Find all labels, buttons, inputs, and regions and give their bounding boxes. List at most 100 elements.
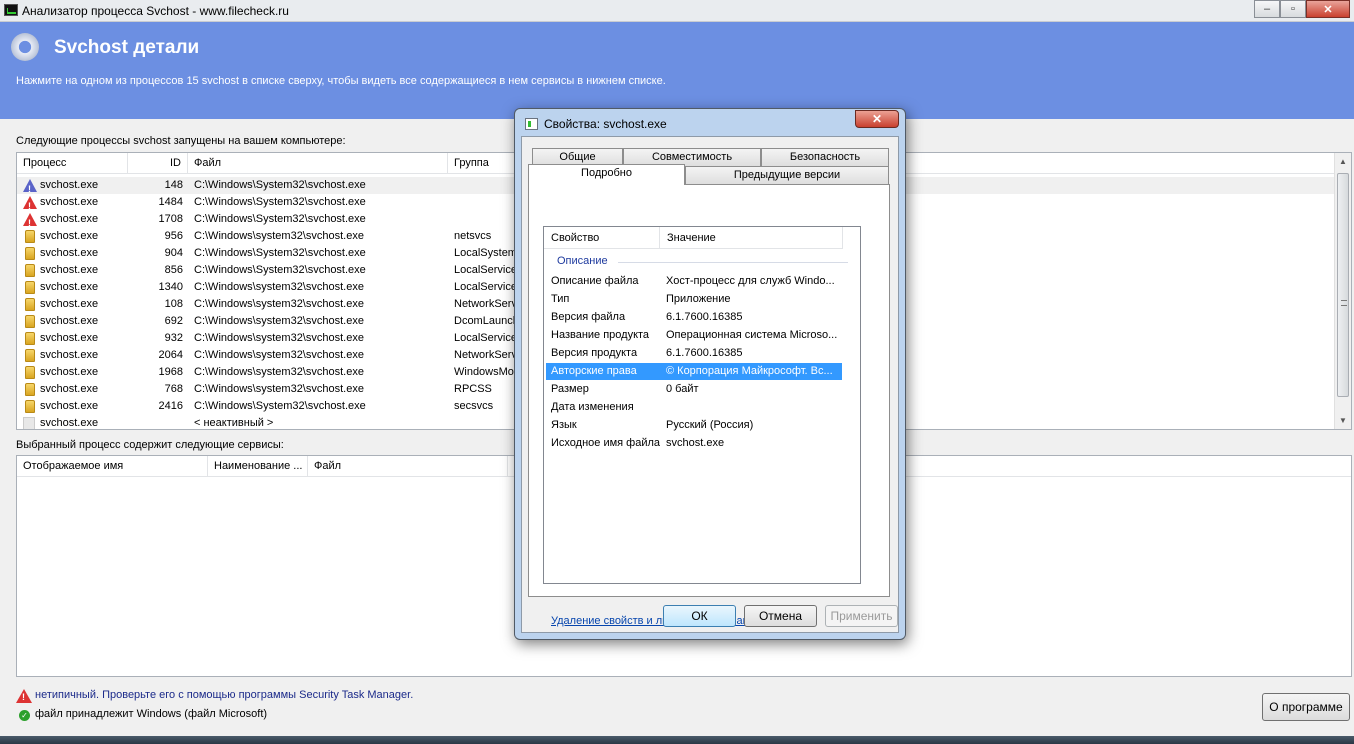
property-row[interactable]: Размер 0 байт — [546, 381, 842, 398]
property-value: Хост-процесс для служб Windo... — [666, 275, 835, 287]
property-key: Дата изменения — [551, 401, 634, 413]
process-file-cell: C:\Windows\system32\svchost.exe — [194, 383, 364, 395]
process-file-cell: C:\Windows\System32\svchost.exe — [194, 264, 366, 276]
folder-icon — [25, 298, 35, 311]
process-id-cell: 932 — [164, 332, 183, 344]
process-file-cell: C:\Windows\System32\svchost.exe — [194, 247, 366, 259]
process-file-cell: C:\Windows\system32\svchost.exe — [194, 366, 364, 378]
property-row[interactable]: Дата изменения — [546, 399, 842, 416]
blank-icon — [23, 417, 35, 429]
property-value: Приложение — [666, 293, 731, 305]
tab-security[interactable]: Безопасность — [761, 148, 889, 166]
process-group-cell: LocalSystem — [454, 247, 517, 259]
process-id-cell: 108 — [164, 298, 183, 310]
property-row[interactable]: Язык Русский (Россия) — [546, 417, 842, 434]
process-file-cell: C:\Windows\System32\svchost.exe — [194, 213, 366, 225]
process-file-cell: C:\Windows\system32\svchost.exe — [194, 230, 364, 242]
column-header-id[interactable]: ID — [128, 153, 188, 174]
process-id-cell: 768 — [164, 383, 183, 395]
process-file-cell: C:\Windows\System32\svchost.exe — [194, 400, 366, 412]
process-file-cell: C:\Windows\System32\svchost.exe — [194, 196, 366, 208]
process-file-cell: C:\Windows\system32\svchost.exe — [194, 332, 364, 344]
process-group-cell: NetworkServ — [454, 298, 517, 310]
property-row[interactable]: Название продукта Операционная система Mi… — [546, 327, 842, 344]
property-row[interactable]: Версия файла 6.1.7600.16385 — [546, 309, 842, 326]
property-key: Тип — [551, 293, 570, 305]
grip-icon — [1341, 300, 1347, 306]
property-row[interactable]: Авторские права © Корпорация Майкрософт. … — [546, 363, 842, 380]
properties-list[interactable]: Свойство Значение Описание Описание файл… — [543, 226, 861, 584]
process-id-cell: 1484 — [158, 196, 183, 208]
process-name-cell: svchost.exe — [40, 179, 99, 191]
process-name-cell: svchost.exe — [40, 417, 99, 429]
process-name-cell: svchost.exe — [40, 298, 99, 310]
property-row[interactable]: Исходное имя файла svchost.exe — [546, 435, 842, 452]
column-header-property[interactable]: Свойство — [544, 227, 660, 249]
maximize-button[interactable]: ▫ — [1280, 0, 1306, 18]
property-key: Описание файла — [551, 275, 639, 287]
file-icon — [525, 118, 538, 130]
process-group-cell: WindowsMo — [454, 366, 514, 378]
column-header-service-file[interactable]: Файл — [308, 456, 508, 477]
property-row[interactable]: Версия продукта 6.1.7600.16385 — [546, 345, 842, 362]
services-list-label: Выбранный процесс содержит следующие сер… — [16, 439, 284, 451]
group-divider — [618, 262, 848, 263]
process-file-cell: < неактивный > — [194, 417, 274, 429]
properties-group-description: Описание — [557, 255, 608, 267]
process-id-cell: 1968 — [158, 366, 183, 378]
process-list-scrollbar[interactable]: ▲ ▼ — [1334, 153, 1351, 429]
scroll-down-arrow-icon[interactable]: ▼ — [1335, 412, 1351, 429]
process-group-cell: LocalService — [454, 264, 517, 276]
window-controls: – ▫ ✕ — [1254, 0, 1350, 18]
dialog-body: Общие Совместимость Безопасность Подробн… — [521, 136, 899, 633]
property-value: © Корпорация Майкрософт. Вс... — [666, 365, 833, 377]
column-header-process[interactable]: Процесс — [17, 153, 128, 174]
process-id-cell: 2064 — [158, 349, 183, 361]
process-id-cell: 1708 — [158, 213, 183, 225]
process-name-cell: svchost.exe — [40, 349, 99, 361]
scroll-up-arrow-icon[interactable]: ▲ — [1335, 153, 1351, 170]
ok-button[interactable]: ОК — [663, 605, 736, 627]
column-header-service-name[interactable]: Наименование ... — [208, 456, 308, 477]
cancel-button[interactable]: Отмена — [744, 605, 817, 627]
folder-icon — [25, 264, 35, 277]
header-banner: Svchost детали Нажмите на одном из проце… — [0, 22, 1354, 119]
property-value: 6.1.7600.16385 — [666, 347, 743, 359]
process-file-cell: C:\Windows\system32\svchost.exe — [194, 315, 364, 327]
tab-details[interactable]: Подробно — [528, 164, 685, 185]
property-value: Русский (Россия) — [666, 419, 754, 431]
scroll-thumb[interactable] — [1337, 173, 1349, 397]
details-panel: Свойство Значение Описание Описание файл… — [528, 184, 890, 627]
apply-button[interactable]: Применить — [825, 605, 898, 627]
process-name-cell: svchost.exe — [40, 281, 99, 293]
column-header-display-name[interactable]: Отображаемое имя — [17, 456, 208, 477]
about-button[interactable]: О программе — [1262, 693, 1350, 721]
process-list-label: Следующие процессы svchost запущены на в… — [16, 135, 346, 147]
properties-dialog: Свойства: svchost.exe ✕ Общие Совместимо… — [514, 108, 906, 640]
column-header-file[interactable]: Файл — [188, 153, 448, 174]
process-id-cell: 904 — [164, 247, 183, 259]
column-header-value[interactable]: Значение — [660, 227, 843, 249]
property-row[interactable]: Описание файла Хост-процесс для служб Win… — [546, 273, 842, 290]
dialog-title: Свойства: svchost.exe — [544, 117, 667, 131]
folder-icon — [25, 366, 35, 379]
minimize-button[interactable]: – — [1254, 0, 1280, 18]
check-icon: ✓ — [19, 710, 30, 721]
folder-icon — [25, 383, 35, 396]
window-title: Анализатор процесса Svchost - www.filech… — [22, 4, 289, 18]
folder-icon — [25, 247, 35, 260]
warning-mark: ! — [22, 692, 25, 702]
gear-icon — [11, 33, 39, 61]
window-titlebar: Анализатор процесса Svchost - www.filech… — [0, 0, 1354, 22]
process-id-cell: 692 — [164, 315, 183, 327]
process-file-cell: C:\Windows\system32\svchost.exe — [194, 281, 364, 293]
process-group-cell: NetworkServ — [454, 349, 517, 361]
dialog-close-button[interactable]: ✕ — [855, 110, 899, 128]
property-row[interactable]: Тип Приложение — [546, 291, 842, 308]
process-file-cell: C:\Windows\system32\svchost.exe — [194, 349, 364, 361]
close-button[interactable]: ✕ — [1306, 0, 1350, 18]
process-group-cell: DcomLaunch — [454, 315, 519, 327]
taskbar — [0, 736, 1354, 744]
tab-previous-versions[interactable]: Предыдущие версии — [685, 166, 889, 184]
process-name-cell: svchost.exe — [40, 383, 99, 395]
